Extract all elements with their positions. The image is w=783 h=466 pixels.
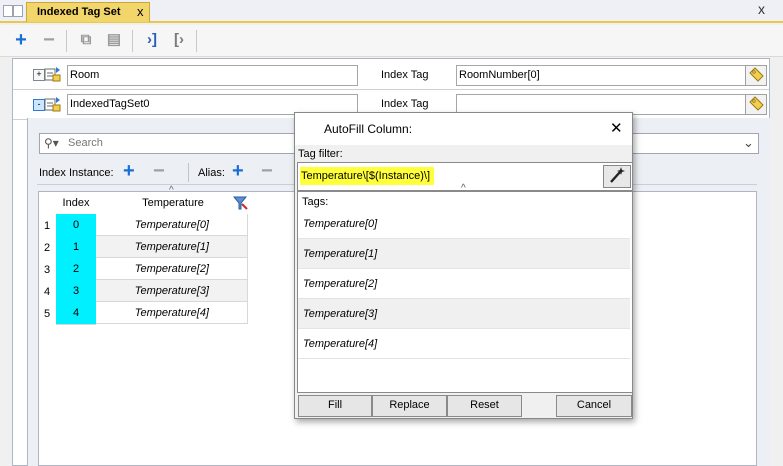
paste-icon[interactable]: ▤ — [103, 29, 125, 51]
index-cell[interactable]: 0 — [56, 214, 96, 237]
search-icon: ⚲▾ — [44, 136, 59, 150]
row-number: 3 — [43, 264, 51, 276]
separator — [188, 163, 189, 182]
tags-label: Tags: — [302, 196, 329, 208]
tag-filter-value: Temperature\[$(Instance)\] — [300, 167, 435, 185]
index-cell[interactable]: 2 — [56, 258, 96, 281]
reset-button[interactable]: Reset — [447, 395, 522, 417]
index-instance-label: Index Instance: — [39, 167, 114, 179]
alias-label: Alias: — [198, 167, 225, 179]
autofill-column-dialog: AutoFill Column: ✕ Tag filter: Temperatu… — [294, 112, 633, 419]
temperature-cell[interactable]: Temperature[4] — [96, 302, 248, 324]
tag-browse-icon[interactable] — [745, 94, 767, 115]
add-icon[interactable]: + — [10, 29, 32, 51]
index-cell[interactable]: 3 — [56, 280, 96, 303]
window-close-icon[interactable]: x — [758, 1, 765, 17]
indexed-tag-icon — [44, 97, 61, 112]
tab-indexed-tag-set[interactable]: Indexed Tag Set x — [26, 2, 150, 22]
toolbar-separator — [132, 30, 133, 52]
fill-button[interactable]: Fill — [298, 395, 372, 417]
tag-list-item[interactable]: Temperature[4] — [298, 329, 630, 359]
magic-wand-icon[interactable] — [603, 165, 631, 188]
index-tag-label: Index Tag — [381, 98, 429, 110]
cancel-button[interactable]: Cancel — [556, 395, 632, 417]
tab-strip: Indexed Tag Set x x — [0, 0, 783, 23]
add-instance-icon[interactable]: + — [123, 160, 135, 183]
row-number: 4 — [43, 286, 51, 298]
window-menu-icon-2[interactable] — [13, 5, 23, 17]
tag-browse-icon[interactable] — [745, 65, 767, 86]
toolbar-separator — [66, 30, 67, 52]
remove-alias-icon[interactable]: − — [261, 160, 273, 183]
temperature-cell[interactable]: Temperature[1] — [96, 236, 248, 258]
sort-indicator-icon: ^ — [169, 185, 174, 196]
toolbar-separator — [196, 30, 197, 52]
row-number: 2 — [43, 242, 51, 254]
tab-title: Indexed Tag Set — [37, 6, 121, 18]
row-number: 1 — [43, 220, 51, 232]
tags-list: ^ Tags: Temperature[0] Temperature[1] Te… — [297, 183, 633, 393]
temperature-cell[interactable]: Temperature[0] — [96, 214, 248, 236]
window-menu-icon[interactable] — [3, 5, 13, 17]
tag-list-item[interactable]: Temperature[1] — [298, 239, 630, 269]
temperature-cell[interactable]: Temperature[2] — [96, 258, 248, 280]
sort-indicator-icon: ^ — [461, 183, 466, 194]
column-header-index[interactable]: Index — [55, 192, 97, 214]
replace-button[interactable]: Replace — [372, 395, 447, 417]
index-tag-label: Index Tag — [381, 69, 429, 81]
tag-filter-label: Tag filter: — [298, 148, 343, 160]
tab-close-icon[interactable]: x — [137, 4, 144, 19]
indexed-tag-icon — [44, 67, 61, 82]
tag-list-item[interactable]: Temperature[0] — [298, 209, 630, 239]
row-number: 5 — [43, 308, 51, 320]
toolbar: + − ⧉ ▤ ›] [› — [0, 25, 783, 57]
filter-clear-icon[interactable] — [232, 195, 248, 211]
index-cell[interactable]: 1 — [56, 236, 96, 259]
temperature-cell[interactable]: Temperature[3] — [96, 280, 248, 302]
chevron-down-icon[interactable]: ⌄ — [743, 135, 754, 151]
dialog-title: AutoFill Column: — [324, 122, 413, 136]
expand-icon[interactable]: ›] — [141, 29, 163, 51]
remove-instance-icon[interactable]: − — [153, 160, 165, 183]
tag-name-field[interactable]: Room — [67, 65, 358, 86]
tag-list-item[interactable]: Temperature[2] — [298, 269, 630, 299]
tag-list-item[interactable]: Temperature[3] — [298, 299, 630, 329]
index-cell[interactable]: 4 — [56, 302, 96, 325]
remove-icon[interactable]: − — [38, 29, 60, 51]
collapse-icon[interactable]: [› — [168, 29, 190, 51]
index-tag-field[interactable]: RoomNumber[0] — [456, 65, 746, 86]
close-icon[interactable]: ✕ — [610, 119, 623, 137]
add-alias-icon[interactable]: + — [232, 160, 244, 183]
copy-icon[interactable]: ⧉ — [75, 29, 97, 51]
search-placeholder: Search — [68, 137, 103, 149]
tag-row-room[interactable]: + Room Index Tag RoomNumber[0] — [13, 60, 769, 90]
